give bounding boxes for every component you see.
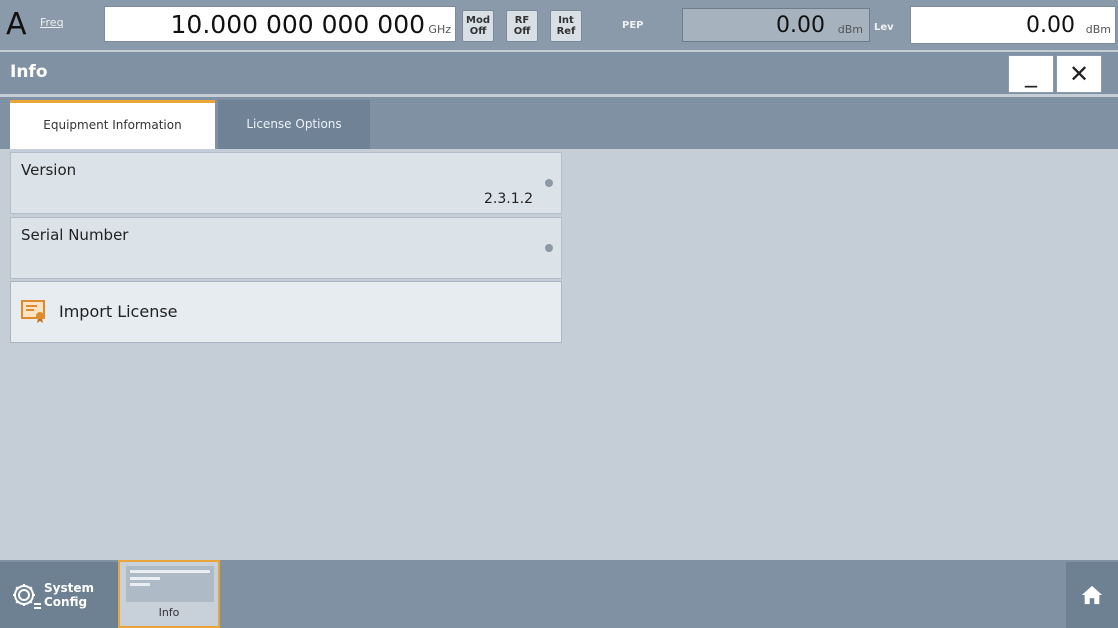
close-icon: ✕: [1068, 60, 1090, 88]
version-label: Version: [21, 161, 77, 179]
thumbnail-preview: [126, 566, 214, 602]
mod-state: Off: [469, 26, 487, 37]
dialog-title: Info: [10, 62, 48, 82]
serial-number-label: Serial Number: [21, 226, 129, 244]
ref-label: Int: [558, 15, 574, 26]
frequency-unit: GHz: [428, 23, 451, 36]
version-value: 2.3.1.2: [484, 191, 533, 207]
mod-label: Mod: [466, 15, 490, 26]
system-config-label: System Config: [44, 581, 94, 609]
rf-off-button[interactable]: RF Off: [506, 10, 538, 42]
pep-unit: dBm: [837, 23, 863, 36]
level-unit: dBm: [1085, 23, 1111, 36]
import-license-label: Import License: [59, 302, 178, 321]
rf-state: Off: [513, 26, 531, 37]
minimize-icon: _: [1025, 60, 1037, 88]
level-label[interactable]: Lev: [874, 22, 894, 33]
minimize-button[interactable]: _: [1008, 55, 1054, 93]
level-value: 0.00: [1026, 13, 1075, 38]
thumbnail-line: [130, 583, 150, 586]
status-bar: A Freq 10.000 000 000 000 GHz Mod Off RF…: [0, 0, 1118, 50]
readonly-indicator-icon: [545, 179, 553, 187]
thumbnail-line: [130, 577, 160, 580]
home-icon: [1081, 585, 1103, 605]
info-window-thumbnail[interactable]: Info: [118, 560, 220, 628]
rf-label: RF: [514, 15, 530, 26]
pep-value: 0.00: [776, 13, 825, 38]
frequency-value: 10.000 000 000 000: [170, 10, 425, 39]
version-field: Version 2.3.1.2: [10, 152, 562, 214]
channel-indicator: A: [6, 7, 27, 42]
pep-label: PEP: [622, 20, 644, 31]
close-button[interactable]: ✕: [1056, 55, 1102, 93]
dialog-titlebar: Info: [0, 52, 1118, 94]
mod-off-button[interactable]: Mod Off: [462, 10, 494, 42]
info-thumbnail-label: Info: [158, 606, 180, 619]
frequency-field[interactable]: 10.000 000 000 000 GHz: [104, 6, 456, 42]
ref-state: Ref: [556, 26, 576, 37]
readonly-indicator-icon: [545, 244, 553, 252]
level-field[interactable]: 0.00 dBm: [910, 6, 1116, 44]
system-config-label-line1: System: [44, 581, 94, 595]
system-config-button[interactable]: System Config: [0, 562, 118, 628]
gear-icon: [13, 584, 41, 609]
import-license-button[interactable]: Import License: [10, 281, 562, 343]
license-certificate-icon: [21, 300, 45, 323]
thumbnail-line: [130, 570, 210, 573]
tab-license-options[interactable]: License Options: [218, 100, 370, 149]
int-ref-button[interactable]: Int Ref: [550, 10, 582, 42]
freq-label[interactable]: Freq: [40, 16, 64, 29]
home-button[interactable]: [1066, 562, 1118, 628]
tab-equipment-information[interactable]: Equipment Information: [10, 100, 215, 149]
serial-number-field: Serial Number: [10, 217, 562, 279]
pep-display: 0.00 dBm: [682, 8, 870, 42]
system-config-label-line2: Config: [44, 595, 88, 609]
